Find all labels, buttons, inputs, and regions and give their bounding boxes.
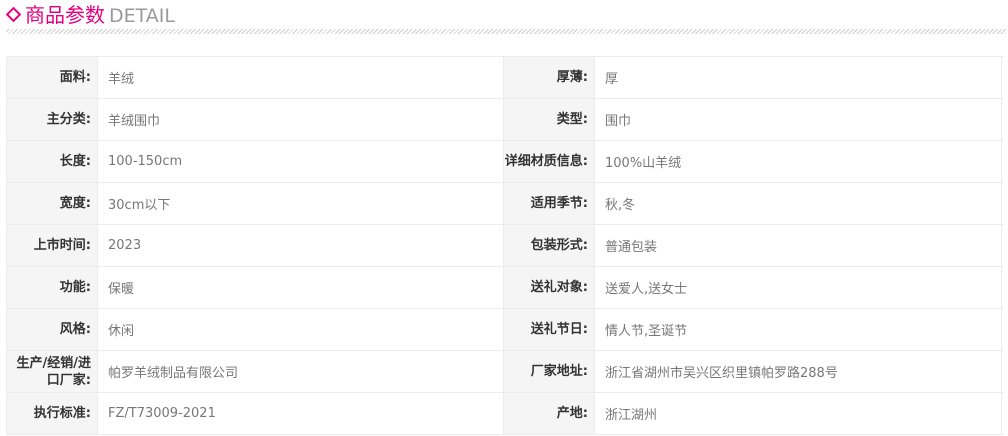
product-params-table: 面料: 羊绒 厚薄: 厚主分类: 羊绒围巾 类型: 围巾长度: 100-150cm 详细材质信息…	[6, 56, 1004, 435]
param-label: 类型:	[503, 99, 595, 140]
param-value-text: 羊绒	[108, 72, 135, 87]
param-value: 羊绒围巾	[98, 99, 503, 140]
param-label: 送礼节日:	[503, 309, 595, 350]
param-value: 围巾	[595, 99, 1002, 140]
param-label-text: 宽度:	[59, 196, 91, 211]
param-row: 功能: 保暖 送礼对象: 送爱人,送女士	[6, 267, 1004, 309]
param-value-text: 浙江省湖州市吴兴区织里镇帕罗路288号	[605, 366, 838, 381]
param-row: 执行标准: FZ/T73009-2021 产地: 浙江湖州	[6, 393, 1004, 435]
param-row: 上市时间: 2023 包装形式: 普通包装	[6, 225, 1004, 267]
param-label: 包装形式:	[503, 225, 595, 266]
param-label-text: 送礼对象:	[530, 280, 588, 295]
param-value: 普通包装	[595, 225, 1002, 266]
param-value-text: 休闲	[108, 324, 135, 339]
param-label-text: 厂家地址:	[530, 364, 588, 379]
param-value-text: 送爱人,送女士	[605, 282, 688, 297]
param-value-text: 厚	[605, 72, 619, 87]
param-value-text: 围巾	[605, 114, 632, 129]
param-label-text: 风格:	[59, 322, 91, 337]
param-label: 详细材质信息:	[503, 141, 595, 182]
param-label: 厂家地址:	[503, 351, 595, 392]
param-value-text: 保暖	[108, 282, 135, 297]
param-value: 帕罗羊绒制品有限公司	[98, 351, 503, 392]
param-label-text: 执行标准:	[33, 406, 91, 421]
param-row: 生产/经销/进口厂家: 帕罗羊绒制品有限公司 厂家地址: 浙江省湖州市吴兴区织里镇帕罗…	[6, 351, 1004, 393]
param-label-text: 送礼节日:	[530, 322, 588, 337]
param-label-text: 产地:	[556, 406, 588, 421]
param-label: 上市时间:	[6, 225, 98, 266]
param-label-text: 类型:	[556, 112, 588, 127]
param-label: 适用季节:	[503, 183, 595, 224]
section-title-cn: 商品参数	[25, 3, 105, 27]
param-value: 100-150cm	[98, 141, 503, 182]
param-row: 主分类: 羊绒围巾 类型: 围巾	[6, 99, 1004, 141]
param-row: 风格: 休闲 送礼节日: 情人节,圣诞节	[6, 309, 1004, 351]
param-value: 休闲	[98, 309, 503, 350]
param-value: 100%山羊绒	[595, 141, 1002, 182]
param-label: 执行标准:	[6, 393, 98, 434]
param-value: 2023	[98, 225, 503, 266]
param-value: 羊绒	[98, 57, 503, 98]
param-value-text: 100-150cm	[108, 154, 183, 169]
param-label-text: 面料:	[59, 70, 91, 85]
param-label: 长度:	[6, 141, 98, 182]
param-label-text: 长度:	[59, 154, 91, 169]
param-label-text: 主分类:	[46, 112, 91, 127]
param-label-text: 上市时间:	[33, 238, 91, 253]
param-label-text: 厚薄:	[556, 70, 588, 85]
param-label-text: 适用季节:	[530, 196, 588, 211]
param-label-text: 功能:	[59, 280, 91, 295]
param-value: 情人节,圣诞节	[595, 309, 1002, 350]
param-label-text: 生产/经销/进口厂家:	[16, 355, 92, 388]
param-value-text: 帕罗羊绒制品有限公司	[108, 366, 239, 381]
param-row: 宽度: 30cm以下 适用季节: 秋,冬	[6, 183, 1004, 225]
param-value: 秋,冬	[595, 183, 1002, 224]
param-label: 送礼对象:	[503, 267, 595, 308]
param-row: 面料: 羊绒 厚薄: 厚	[6, 57, 1004, 99]
diamond-icon	[5, 6, 22, 23]
param-value-text: FZ/T73009-2021	[108, 406, 216, 421]
param-label-text: 详细材质信息:	[504, 154, 588, 169]
param-value-text: 30cm以下	[108, 198, 171, 213]
param-label: 宽度:	[6, 183, 98, 224]
section-title-en: DETAIL	[109, 5, 175, 27]
param-value-text: 秋,冬	[605, 198, 636, 213]
section-header: 商品参数 DETAIL	[0, 0, 1008, 34]
param-value: 保暖	[98, 267, 503, 308]
param-value: 浙江湖州	[595, 393, 1002, 434]
param-value-text: 100%山羊绒	[605, 156, 682, 171]
param-value-text: 羊绒围巾	[108, 114, 161, 129]
param-value-text: 普通包装	[605, 240, 658, 255]
param-label: 功能:	[6, 267, 98, 308]
param-value-text: 2023	[108, 238, 142, 253]
param-value: 送爱人,送女士	[595, 267, 1002, 308]
param-value: 浙江省湖州市吴兴区织里镇帕罗路288号	[595, 351, 1002, 392]
striped-divider	[6, 29, 1006, 34]
param-value: 厚	[595, 57, 1002, 98]
param-label: 产地:	[503, 393, 595, 434]
param-label: 生产/经销/进口厂家:	[6, 351, 98, 392]
param-value-text: 情人节,圣诞节	[605, 324, 688, 339]
param-value-text: 浙江湖州	[605, 408, 658, 423]
param-label: 主分类:	[6, 99, 98, 140]
param-label: 厚薄:	[503, 57, 595, 98]
param-row: 长度: 100-150cm 详细材质信息: 100%山羊绒	[6, 141, 1004, 183]
param-value: FZ/T73009-2021	[98, 393, 503, 434]
param-value: 30cm以下	[98, 183, 503, 224]
param-label: 风格:	[6, 309, 98, 350]
param-label: 面料:	[6, 57, 98, 98]
param-label-text: 包装形式:	[530, 238, 588, 253]
